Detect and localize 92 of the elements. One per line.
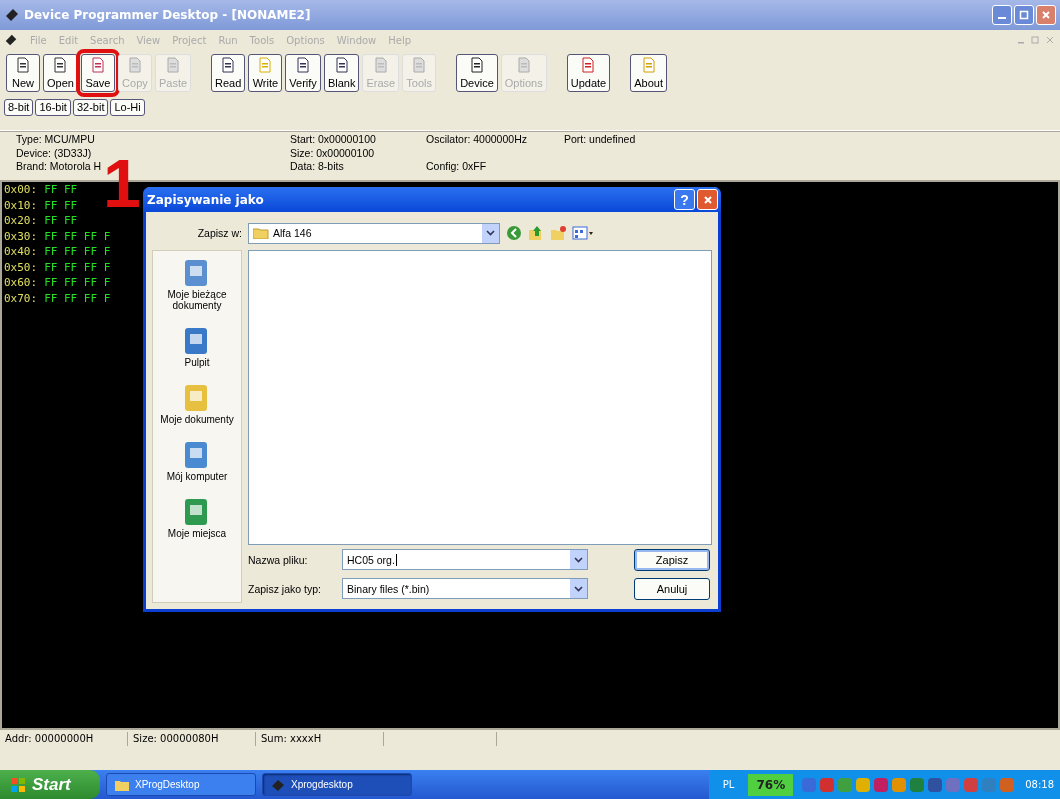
document-icon <box>640 57 657 73</box>
document-icon <box>165 57 181 73</box>
close-button[interactable] <box>697 189 718 210</box>
hex-address: 0x70: <box>4 290 38 306</box>
info-text: Brand: Motorola H <box>16 160 103 173</box>
taskbar-task[interactable]: Xprogdesktop <box>262 773 412 796</box>
hex-bytes: FF FF <box>44 197 78 213</box>
toolbar-button[interactable]: Verify <box>285 54 321 92</box>
maximize-button[interactable] <box>1014 5 1034 25</box>
window-controls-icon[interactable] <box>1016 35 1056 45</box>
document-icon <box>515 57 532 73</box>
save-in-label: Zapisz w: <box>196 227 242 239</box>
document-icon <box>468 57 485 73</box>
hex-bytes: FF FF FF F <box>44 275 111 291</box>
maximize-icon <box>1019 10 1029 20</box>
document-icon <box>411 57 428 73</box>
toolbar-button[interactable]: Blank <box>323 54 360 92</box>
bit-mode-button[interactable]: 16-bit <box>35 98 71 116</box>
document-icon <box>295 57 312 73</box>
document-icon <box>15 57 31 73</box>
info-text: Type: MCU/MPU <box>16 133 96 146</box>
document-icon <box>580 57 597 73</box>
hex-bytes: FF FF FF F <box>44 228 111 244</box>
document-icon <box>257 57 274 73</box>
places-item[interactable]: Moje dokumenty <box>155 382 239 425</box>
bit-mode-button[interactable]: 8-bit <box>4 98 34 116</box>
new-folder-icon[interactable] <box>550 225 566 241</box>
file-type-label: Zapisz jako typ: <box>248 582 322 595</box>
document-icon <box>89 57 106 73</box>
info-text: Start: 0x00000100 <box>290 133 377 146</box>
document-icon <box>52 57 69 73</box>
close-icon <box>1041 10 1051 20</box>
flag-icon <box>10 776 26 793</box>
folder-icon <box>115 778 129 791</box>
view-menu-icon[interactable] <box>572 225 594 241</box>
status-field: Sum: xxxxH <box>256 732 384 746</box>
back-icon[interactable] <box>506 225 522 241</box>
file-type-dropdown[interactable]: Binary files (*.bin) <box>342 578 588 599</box>
info-text: Data: 8-bits <box>290 160 345 173</box>
status-field: Addr: 00000000H <box>0 732 128 746</box>
places-item[interactable]: Moje bieżące dokumenty <box>155 257 239 311</box>
info-text: Size: 0x00000100 <box>290 146 376 160</box>
toolbar-button[interactable]: Device <box>456 54 498 92</box>
toolbar-button[interactable]: About <box>630 54 667 92</box>
document-icon <box>126 57 143 73</box>
document-icon <box>220 57 237 73</box>
folder-icon <box>253 227 269 239</box>
help-button[interactable]: ? <box>674 189 695 210</box>
places-item[interactable]: Mój komputer <box>155 439 239 482</box>
file-name-label: Nazwa pliku: <box>248 553 309 566</box>
toolbar-button[interactable]: Update <box>566 54 611 92</box>
hex-bytes: FF FF <box>44 182 78 198</box>
up-folder-icon[interactable] <box>528 225 544 241</box>
toolbar-button[interactable]: New <box>6 54 40 92</box>
document-icon <box>372 57 389 73</box>
hex-address: 0x40: <box>4 244 38 260</box>
bit-mode-button[interactable]: 32-bit <box>72 98 109 116</box>
battery-indicator: 76% <box>748 773 794 796</box>
clock: 08:18 <box>1025 779 1054 790</box>
dialog-confirm-button[interactable]: Zapisz <box>634 548 710 571</box>
hex-address: 0x20: <box>4 213 38 229</box>
minimize-icon <box>998 17 1006 19</box>
hex-address: 0x50: <box>4 259 38 275</box>
taskbar-task[interactable]: XProgDesktop <box>106 773 256 796</box>
info-text: Oscilator: 4000000Hz <box>426 133 528 146</box>
hex-address: 0x30: <box>4 228 38 244</box>
info-text: Port: undefined <box>564 133 636 146</box>
hex-address: 0x00: <box>4 182 38 198</box>
hex-bytes: FF FF FF F <box>44 259 111 275</box>
toolbar-button[interactable]: Write <box>248 54 283 92</box>
info-text: Device: (3D33J) <box>16 146 93 160</box>
places-item[interactable]: Pulpit <box>155 325 239 368</box>
status-field: Size: 00000080H <box>128 732 256 746</box>
hex-bytes: FF FF FF F <box>44 244 111 260</box>
toolbar-button[interactable]: Read <box>211 54 246 92</box>
hex-bytes: FF FF FF F <box>44 290 111 306</box>
hex-address: 0x10: <box>4 197 38 213</box>
document-icon <box>333 57 350 73</box>
toolbar-button[interactable]: Open <box>43 54 78 92</box>
dialog-title: Zapisywanie jako <box>147 192 264 207</box>
minimize-button[interactable] <box>992 5 1012 25</box>
close-icon <box>702 194 713 205</box>
save-in-dropdown[interactable]: Alfa 146 <box>248 222 500 244</box>
bit-mode-button[interactable]: Lo-Hi <box>110 98 145 116</box>
dialog-cancel-button[interactable]: Anuluj <box>634 577 710 600</box>
close-button[interactable] <box>1036 5 1056 25</box>
file-name-field[interactable]: HC05 org. <box>342 549 588 570</box>
info-text: Config: 0xFF <box>426 160 488 173</box>
hex-bytes: FF FF <box>44 213 78 229</box>
places-item[interactable]: Moje miejsca <box>155 496 239 539</box>
hex-address: 0x60: <box>4 275 38 291</box>
window-title: Device Programmer Desktop - [NONAME2] <box>24 8 311 22</box>
